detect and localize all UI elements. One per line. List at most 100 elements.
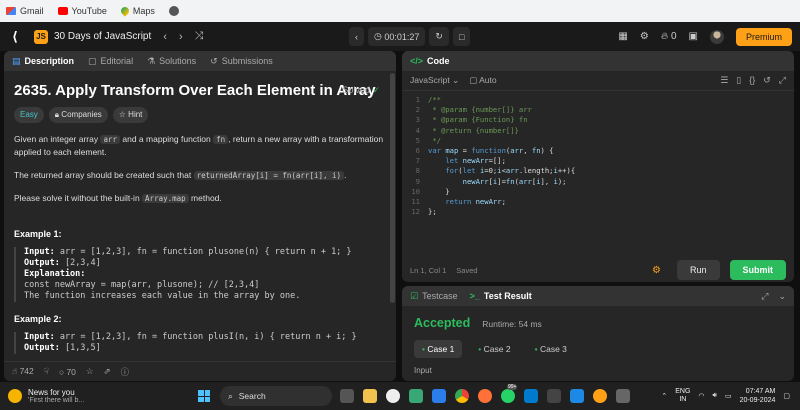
reset-timer-icon[interactable]: ↻ (429, 27, 449, 46)
maximize-icon[interactable]: ⤢ (761, 291, 768, 302)
code-line[interactable]: 3 * @param {Function} fn (402, 115, 794, 125)
code-line[interactable]: 9 newArr[i]=fn(arr[i], i); (402, 177, 794, 187)
dislike-icon[interactable]: ☟︎ (44, 366, 49, 377)
bookmark-gmail[interactable]: Gmail (6, 6, 44, 16)
runtime: Runtime: 54 ms (482, 319, 542, 329)
zoom-icon[interactable] (432, 389, 446, 403)
code-line[interactable]: 5 */ (402, 136, 794, 146)
timer[interactable]: ◷ 00:01:27 (368, 27, 426, 46)
line-number: 9 (415, 176, 420, 186)
code-line[interactable]: 8 for(let i=0;i<arr.length;i++){ (402, 166, 794, 176)
reset-code-icon[interactable]: ↺ (763, 75, 771, 86)
help-icon[interactable]: ⓘ (121, 366, 130, 378)
tab-solutions[interactable]: ⚗ Solutions (147, 56, 196, 67)
hint-chip[interactable]: ☆ Hint (112, 107, 149, 123)
companies-chip[interactable]: 🔒︎ Companies (48, 107, 108, 123)
terminal-app-icon[interactable] (547, 389, 561, 403)
chrome-active-icon[interactable] (593, 389, 607, 403)
news-widget[interactable]: News for you 'First there will b... (0, 388, 150, 404)
code-line[interactable]: 6 var map = function(arr, fn) { (402, 146, 794, 156)
case-tab-3[interactable]: • Case 3 (527, 340, 575, 358)
app-icon-3[interactable] (616, 389, 630, 403)
notifications-icon[interactable]: ▢ (783, 392, 790, 400)
comments-button[interactable]: ○ 70 (59, 367, 76, 377)
layout-grid-icon[interactable]: ▦ (618, 31, 627, 42)
share-icon[interactable]: ⇗ (104, 366, 111, 377)
collapse-icon[interactable]: ⌄ (778, 291, 786, 302)
bookmark-extra-icon[interactable] (168, 6, 179, 16)
firefox-icon[interactable] (478, 389, 492, 403)
wifi-icon[interactable]: ◠ (698, 392, 704, 400)
pass-dot-icon: • (478, 344, 482, 354)
tab-code[interactable]: </> Code (410, 56, 450, 66)
study-plan-icon: JS (34, 29, 48, 44)
language-indicator[interactable]: ENG IN (675, 388, 690, 404)
tab-submissions[interactable]: ↺ Submissions (210, 56, 273, 67)
taskbar-search[interactable]: ⌕ Search (220, 386, 332, 406)
volume-icon[interactable]: 🔊︎ (713, 392, 717, 400)
chevron-up-icon[interactable]: ⌃ (661, 392, 667, 400)
fullscreen-icon[interactable]: ⤢ (779, 75, 786, 86)
code-editor[interactable]: 1/** 2 * @param {number[]} arr 3 * @param … (402, 91, 794, 217)
case-tab-2[interactable]: • Case 2 (470, 340, 518, 358)
task-view-icon[interactable] (340, 389, 354, 403)
like-button[interactable]: ☝︎ 742 (12, 366, 34, 377)
study-plan-title[interactable]: 30 Days of JavaScript (54, 31, 151, 42)
braces-icon[interactable]: {} (749, 75, 755, 86)
github-icon[interactable] (386, 389, 400, 403)
bookmark-maps[interactable]: Maps (119, 5, 155, 17)
favorite-star-icon[interactable]: ☆ (86, 366, 94, 377)
tab-editorial[interactable]: ▢ Editorial (88, 56, 133, 67)
code-tool-icons: ☰ ▯ {} ↺ ⤢ (720, 75, 786, 86)
bookmark-icon[interactable]: ▯ (736, 75, 741, 86)
center-tools: ‹ ◷ 00:01:27 ↻ □ (349, 27, 471, 46)
right-tools: ▦ ⚙ 🔥︎ 0 ▣ Premium (618, 27, 792, 46)
notification-bell-icon[interactable]: ▣ (689, 31, 698, 42)
lock-icon: 🔒︎ (54, 110, 60, 119)
next-problem-icon[interactable]: › (179, 31, 183, 43)
code-line[interactable]: 4 * @return {number[]} (402, 126, 794, 136)
submissions-icon: ↺ (210, 55, 218, 66)
streak[interactable]: 🔥︎ 0 (661, 31, 677, 42)
app-icon[interactable] (409, 389, 423, 403)
run-button[interactable]: Run (676, 260, 720, 280)
code-line[interactable]: 1 /** (402, 95, 794, 105)
clock[interactable]: 07:47 AM 20-09-2024 (740, 387, 776, 405)
code-line[interactable]: 11 return newArr; (402, 197, 794, 207)
code-line[interactable]: 12}; (402, 207, 794, 217)
code-line[interactable]: 10 } (402, 187, 794, 197)
lock-icon: ▢ (469, 75, 478, 85)
chrome-icon[interactable] (455, 389, 469, 403)
submit-button[interactable]: Submit (729, 260, 786, 280)
tab-test-result[interactable]: >_ Test Result (470, 291, 532, 301)
vscode-icon[interactable] (524, 389, 538, 403)
format-icon[interactable]: ☰ (720, 75, 728, 86)
case-tab-1[interactable]: • Case 1 (414, 340, 463, 358)
timer-icon: ◷ (374, 31, 385, 41)
gmail-icon (6, 7, 16, 15)
prev-problem-icon[interactable]: ‹ (163, 31, 167, 43)
youtube-icon (57, 7, 68, 15)
notes-icon[interactable]: □ (452, 27, 471, 46)
battery-icon[interactable]: ▭ (725, 392, 732, 400)
avatar[interactable] (709, 29, 724, 44)
code-line-text: var map = function(arr, fn) { (428, 145, 554, 155)
collapse-timer-icon[interactable]: ‹ (349, 27, 364, 46)
whatsapp-icon[interactable]: 99+ (501, 384, 518, 403)
leetcode-logo-icon[interactable]: ⟨ (8, 29, 22, 44)
bookmark-youtube[interactable]: YouTube (57, 6, 107, 16)
tab-testcase[interactable]: ☑ Testcase (410, 291, 458, 302)
tab-description[interactable]: ▤ Description (12, 56, 74, 67)
debug-icon[interactable]: ⚙ (652, 265, 661, 276)
settings-gear-icon[interactable]: ⚙ (640, 31, 649, 42)
shuffle-icon[interactable]: ⤨ (195, 30, 204, 43)
app-icon-2[interactable] (570, 389, 584, 403)
language-select[interactable]: JavaScript ⌄ (410, 75, 459, 86)
code-line[interactable]: 7 let newArr=[]; (402, 156, 794, 166)
description-scrollbar[interactable] (390, 73, 395, 303)
mode-toggle[interactable]: ▢ Auto (469, 75, 496, 86)
file-explorer-icon[interactable] (363, 389, 377, 403)
code-line[interactable]: 2 * @param {number[]} arr (402, 105, 794, 115)
premium-button[interactable]: Premium (735, 27, 792, 46)
windows-start-icon[interactable] (198, 390, 210, 402)
